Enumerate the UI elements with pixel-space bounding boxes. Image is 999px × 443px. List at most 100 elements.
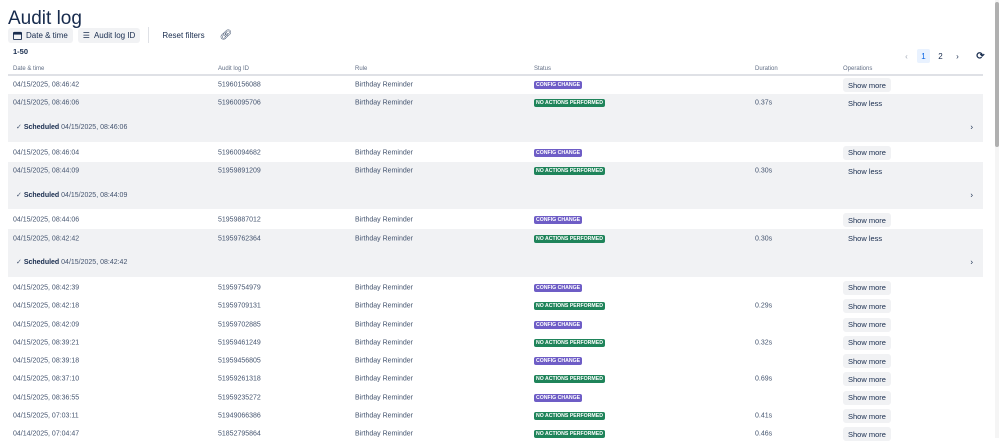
- status-badge: CONFIG CHANGE: [534, 216, 583, 225]
- audit-id-cell: 51959709131: [218, 302, 261, 310]
- rule-cell: Birthday Reminder: [355, 302, 413, 310]
- status-badge: NO ACTIONS PERFORMED: [534, 234, 605, 243]
- show-more-button[interactable]: Show more: [843, 317, 891, 332]
- show-more-button[interactable]: Show more: [843, 78, 891, 93]
- status-badge: CONFIG CHANGE: [534, 283, 583, 292]
- audit-id-cell: 51960156088: [218, 81, 261, 89]
- table-row: 04/15/2025, 08:42:42 51959762364 Birthday …: [8, 229, 983, 248]
- show-more-button[interactable]: Show more: [843, 280, 891, 295]
- show-more-button[interactable]: Show more: [843, 427, 891, 442]
- audit-id-cell: 51959702885: [218, 321, 261, 329]
- column-header-status[interactable]: Status: [534, 66, 551, 72]
- audit-id-cell: 51852795864: [218, 430, 261, 438]
- show-more-button[interactable]: Show more: [843, 145, 891, 160]
- check-icon: ✓: [16, 124, 24, 132]
- column-header-date[interactable]: Date & time: [13, 66, 44, 72]
- next-page-button[interactable]: ›: [951, 49, 964, 63]
- date-cell: 04/15/2025, 08:36:55: [13, 394, 80, 402]
- show-more-button[interactable]: Show more: [843, 299, 891, 314]
- show-more-button[interactable]: Show more: [843, 335, 891, 350]
- table-row: 04/15/2025, 08:46:42 51960156088 Birthday …: [8, 76, 983, 94]
- show-more-button[interactable]: Show more: [843, 390, 891, 405]
- scheduled-time: 04/15/2025, 08:44:09: [59, 191, 128, 199]
- table-row: 04/15/2025, 08:46:06 51960095706 Birthday …: [8, 94, 983, 113]
- audit-log-table: Date & time Audit log ID Rule Status Dur…: [8, 64, 983, 443]
- page-1-button[interactable]: 1: [917, 49, 930, 63]
- table-row: 04/15/2025, 08:44:06 51959887012 Birthday …: [8, 211, 983, 229]
- show-more-button[interactable]: Show more: [843, 409, 891, 423]
- date-cell: 04/15/2025, 08:46:42: [13, 81, 80, 89]
- show-less-button[interactable]: Show less: [843, 96, 888, 111]
- check-icon: ✓: [16, 259, 24, 267]
- status-badge: NO ACTIONS PERFORMED: [534, 430, 605, 439]
- status-badge: NO ACTIONS PERFORMED: [534, 412, 605, 420]
- show-less-button[interactable]: Show less: [843, 231, 888, 246]
- column-header-duration[interactable]: Duration: [755, 66, 778, 72]
- status-badge: CONFIG CHANGE: [534, 81, 583, 90]
- table-row: 04/15/2025, 08:36:55 51959235272 Birthday …: [8, 389, 983, 407]
- audit-id-cell: 51960095706: [218, 99, 261, 107]
- duration-cell: 0.32s: [755, 339, 773, 347]
- chevron-right-icon[interactable]: ›: [970, 123, 973, 132]
- show-more-button[interactable]: Show more: [843, 354, 891, 369]
- show-more-button[interactable]: Show more: [843, 372, 891, 387]
- show-more-button[interactable]: Show more: [843, 213, 891, 228]
- audit-log-id-label: Audit log ID: [93, 30, 136, 40]
- table-row: 04/15/2025, 08:42:09 51959702885 Birthday …: [8, 315, 983, 333]
- audit-id-cell: 51959762364: [218, 235, 261, 243]
- audit-log-id-filter-button[interactable]: ☰ Audit log ID: [77, 27, 141, 43]
- audit-id-cell: 51959261318: [218, 375, 261, 383]
- date-cell: 04/15/2025, 08:39:21: [13, 339, 80, 347]
- duration-cell: 0.41s: [755, 412, 773, 420]
- show-less-button[interactable]: Show less: [843, 164, 888, 179]
- table-row: 04/15/2025, 08:39:18 51959456805 Birthday …: [8, 352, 983, 370]
- rule-cell: Birthday Reminder: [355, 357, 413, 365]
- rule-cell: Birthday Reminder: [355, 394, 413, 402]
- column-header-rule[interactable]: Rule: [355, 66, 367, 72]
- refresh-icon[interactable]: ⟳: [974, 49, 987, 63]
- page-2-button[interactable]: 2: [934, 49, 947, 63]
- duration-cell: 0.29s: [755, 302, 773, 310]
- scrollbar[interactable]: [995, 0, 999, 438]
- date-time-filter-button[interactable]: Date & time: [8, 27, 73, 43]
- date-cell: 04/14/2025, 07:04:47: [13, 430, 80, 438]
- column-header-id[interactable]: Audit log ID: [218, 66, 249, 72]
- scheduled-time: 04/15/2025, 08:42:42: [59, 259, 128, 267]
- reset-filters-button[interactable]: Reset filters: [157, 28, 209, 43]
- rule-cell: Birthday Reminder: [355, 216, 413, 224]
- status-badge: NO ACTIONS PERFORMED: [534, 375, 605, 384]
- duration-cell: 0.30s: [755, 167, 773, 175]
- scheduled-detail: ✓ Scheduled 04/15/2025, 08:44:09: [16, 191, 127, 199]
- rule-cell: Birthday Reminder: [355, 284, 413, 292]
- chevron-right-icon[interactable]: ›: [970, 258, 973, 267]
- rule-cell: Birthday Reminder: [355, 339, 413, 347]
- scrollbar-thumb[interactable]: [995, 2, 999, 147]
- status-badge: CONFIG CHANGE: [534, 148, 583, 157]
- rule-cell: Birthday Reminder: [355, 99, 413, 107]
- table-header: Date & time Audit log ID Rule Status Dur…: [8, 64, 983, 76]
- row-detail: ✓ Scheduled 04/15/2025, 08:44:09 ›: [8, 180, 983, 210]
- date-cell: 04/15/2025, 08:44:06: [13, 216, 80, 224]
- audit-id-cell: 51959235272: [218, 394, 261, 402]
- row-detail: ✓ Scheduled 04/15/2025, 08:42:42 ›: [8, 247, 983, 277]
- rule-cell: Birthday Reminder: [355, 412, 413, 420]
- chevron-right-icon[interactable]: ›: [970, 190, 973, 199]
- link-icon[interactable]: 🔗︎: [215, 28, 238, 43]
- result-range: 1-50: [13, 47, 29, 56]
- table-body: 04/15/2025, 08:46:42 51960156088 Birthday …: [8, 76, 983, 443]
- audit-id-cell: 51960094682: [218, 149, 261, 157]
- table-row: 04/14/2025, 07:04:47 51852795864 Birthday …: [8, 425, 983, 443]
- list-icon: ☰: [82, 30, 90, 40]
- status-badge: CONFIG CHANGE: [534, 320, 583, 329]
- duration-cell: 0.30s: [755, 235, 773, 243]
- row-detail: ✓ Scheduled 04/15/2025, 08:46:06 ›: [8, 112, 983, 142]
- rule-cell: Birthday Reminder: [355, 149, 413, 157]
- date-cell: 04/15/2025, 08:46:06: [13, 99, 80, 107]
- date-time-label: Date & time: [26, 30, 68, 40]
- rule-cell: Birthday Reminder: [355, 81, 413, 89]
- rule-cell: Birthday Reminder: [355, 167, 413, 175]
- audit-id-cell: 51949066386: [218, 412, 261, 420]
- status-badge: CONFIG CHANGE: [534, 393, 583, 402]
- audit-id-cell: 51959891209: [218, 167, 261, 175]
- prev-page-button[interactable]: ‹: [900, 49, 913, 63]
